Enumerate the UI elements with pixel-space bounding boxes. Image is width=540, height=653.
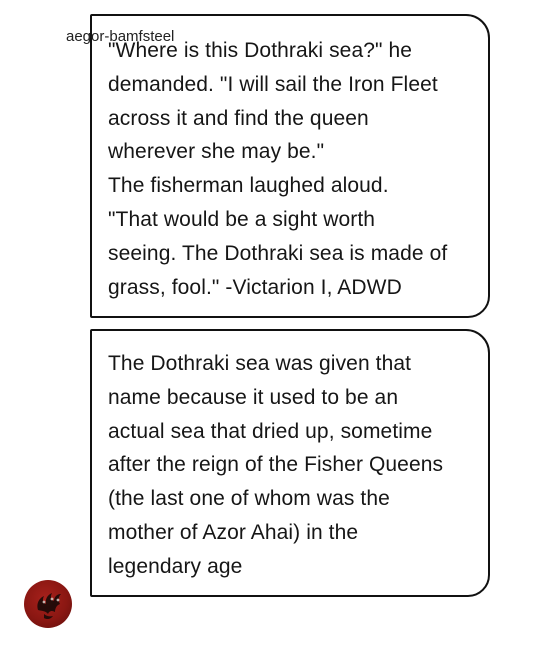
reply-bubble: The Dothraki sea was given that name bec… <box>90 329 490 597</box>
dragon-sigil-icon <box>37 593 61 620</box>
reply-text: The Dothraki sea was given that name bec… <box>108 352 444 578</box>
post-author[interactable] <box>24 580 72 628</box>
author-username[interactable]: aegor-bamfsteel <box>66 28 174 45</box>
avatar[interactable] <box>24 580 72 628</box>
quote-text: "Where is this Dothraki sea?" he demande… <box>108 39 448 299</box>
quote-bubble: "Where is this Dothraki sea?" he demande… <box>90 14 490 318</box>
